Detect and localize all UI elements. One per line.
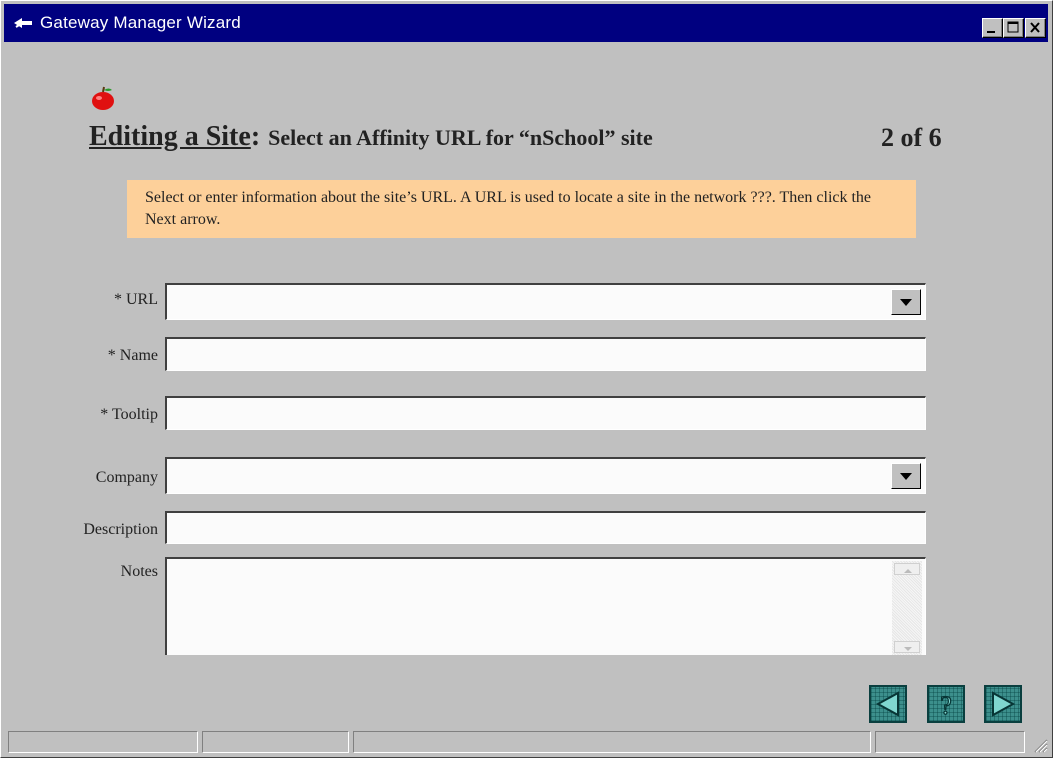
instructions-text: Select or enter information about the si… xyxy=(145,189,872,228)
scroll-up-icon xyxy=(904,569,912,573)
close-icon xyxy=(1030,22,1040,33)
step-indicator: 2 of 6 xyxy=(881,123,942,152)
question-mark-icon: ? xyxy=(940,690,953,720)
status-panel-1 xyxy=(8,731,198,753)
wizard-window: Gateway Manager Wizard Editing a Site: S… xyxy=(0,0,1053,758)
minimize-button[interactable] xyxy=(982,18,1003,38)
status-panel-3 xyxy=(353,731,871,753)
left-arrow-icon xyxy=(875,691,899,717)
scroll-down-icon xyxy=(904,647,912,651)
chevron-down-icon xyxy=(900,299,912,306)
notes-label: Notes xyxy=(120,563,158,580)
page-subtitle: Select an Affinity URL for “nSchool” sit… xyxy=(268,125,653,150)
maximize-button[interactable] xyxy=(1003,18,1024,38)
chevron-down-icon xyxy=(900,473,912,480)
status-panel-4 xyxy=(875,731,1025,753)
title-bar[interactable]: Gateway Manager Wizard xyxy=(4,4,1048,42)
title-colon: : xyxy=(250,121,261,152)
svg-text:?: ? xyxy=(940,691,952,720)
name-field[interactable] xyxy=(165,337,926,371)
url-dropdown[interactable] xyxy=(165,283,926,320)
back-button[interactable] xyxy=(869,685,907,723)
page-title: Editing a Site xyxy=(89,121,251,152)
maximize-icon xyxy=(1007,21,1019,33)
wizard-app-icon xyxy=(14,18,32,28)
company-dropdown[interactable] xyxy=(165,457,926,494)
minimize-icon xyxy=(987,31,995,33)
url-dropdown-button[interactable] xyxy=(891,289,921,315)
help-button[interactable]: ? xyxy=(927,685,965,723)
window-title: Gateway Manager Wizard xyxy=(40,13,241,32)
url-label: * URL xyxy=(114,291,158,308)
tooltip-label: * Tooltip xyxy=(100,406,158,423)
instructions-box: Select or enter information about the si… xyxy=(127,180,916,238)
tooltip-field[interactable] xyxy=(165,396,926,430)
name-label: * Name xyxy=(107,347,158,364)
apple-icon xyxy=(92,86,114,110)
next-button[interactable] xyxy=(984,685,1022,723)
company-dropdown-button[interactable] xyxy=(891,463,921,489)
notes-scrollbar[interactable] xyxy=(892,561,922,655)
scroll-up-button[interactable] xyxy=(894,563,920,575)
resize-grip-icon[interactable] xyxy=(1032,737,1048,753)
page-heading: Editing a Site: Select an Affinity URL f… xyxy=(89,121,653,153)
notes-textarea[interactable] xyxy=(165,557,926,655)
company-label: Company xyxy=(95,469,158,486)
status-panel-2 xyxy=(202,731,349,753)
description-label: Description xyxy=(83,521,158,538)
scroll-down-button[interactable] xyxy=(894,641,920,653)
right-arrow-icon xyxy=(992,691,1016,717)
description-field[interactable] xyxy=(165,511,926,544)
close-button[interactable] xyxy=(1025,18,1046,38)
